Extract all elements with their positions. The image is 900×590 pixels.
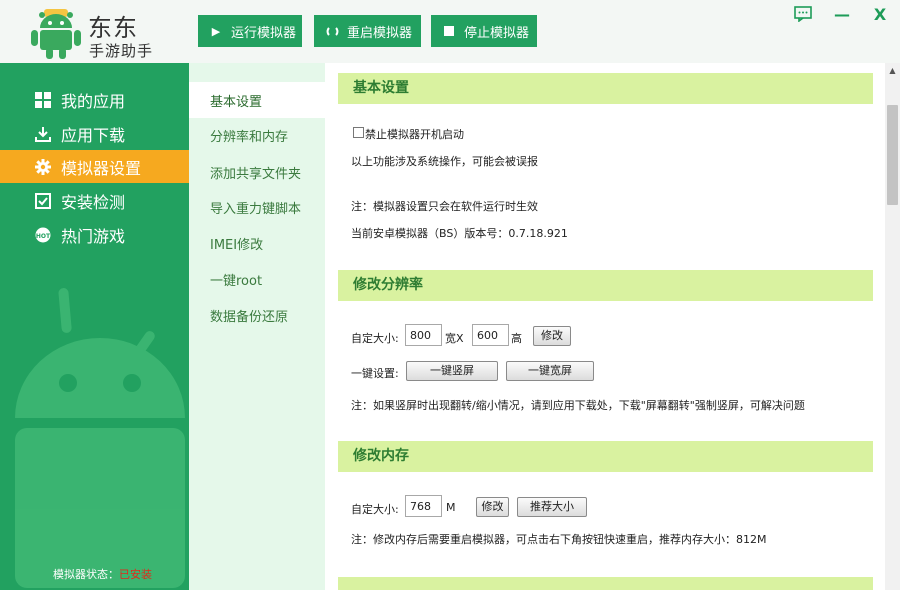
minimize-icon: — (834, 5, 850, 24)
stop-emulator-button[interactable]: 停止模拟器 (431, 15, 537, 47)
status-label: 模拟器状态： (53, 568, 119, 581)
minimize-button[interactable]: — (832, 6, 852, 24)
resolution-custom-label: 自定大小: (351, 332, 399, 345)
title-bar: 东东 手游助手 ▶ 运行模拟器 重启模拟器 停止模拟器 — X (0, 0, 900, 63)
restart-emulator-button[interactable]: 重启模拟器 (314, 15, 421, 47)
resolution-modify-button[interactable]: 修改 (533, 326, 571, 346)
download-icon (35, 126, 51, 142)
hot-icon: HOT (35, 227, 51, 243)
sidebar-item-my-apps[interactable]: 我的应用 (0, 83, 189, 116)
memory-note: 注：修改内存后需要重启模拟器，可点击右下角按钮快速重启，推荐内存大小：812M (351, 533, 767, 546)
landscape-button[interactable]: 一键宽屏 (506, 361, 594, 381)
sidebar-item-label: 模拟器设置 (61, 158, 142, 178)
sidebar-item-label: 应用下载 (61, 125, 126, 145)
width-unit: 宽X (445, 332, 464, 345)
memory-custom-label: 自定大小: (351, 503, 399, 516)
subnav-item-shared-folder[interactable]: 添加共享文件夹 (189, 154, 325, 190)
play-icon: ▶ (211, 24, 221, 38)
subnav-item-backup[interactable]: 数据备份还原 (189, 297, 325, 333)
close-button[interactable]: X (870, 6, 890, 24)
next-section-title (338, 577, 873, 590)
basic-settings-title: 基本设置 (338, 73, 873, 104)
gear-icon (35, 158, 51, 175)
resolution-title: 修改分辨率 (338, 270, 873, 301)
recommend-size-button[interactable]: 推荐大小 (517, 497, 587, 517)
settings-content: 基本设置 禁止模拟器开机启动 以上功能涉及系统操作，可能会被误报 注：模拟器设置… (325, 63, 885, 590)
checkbox-icon (35, 192, 51, 209)
warning-text: 以上功能涉及系统操作，可能会被误报 (351, 155, 538, 168)
subnav-item-resolution-memory[interactable]: 分辨率和内存 (189, 117, 325, 153)
settings-note: 注：模拟器设置只会在软件运行时生效 (351, 200, 538, 213)
version-text: 当前安卓模拟器（BS）版本号：0.7.18.921 (351, 227, 568, 240)
brand-subtitle: 手游助手 (89, 42, 154, 60)
grid-icon (35, 91, 51, 108)
svg-text:HOT: HOT (36, 233, 51, 240)
disable-boot-label: 禁止模拟器开机启动 (365, 128, 464, 141)
restart-emulator-label: 重启模拟器 (347, 25, 413, 41)
disable-boot-checkbox[interactable] (353, 127, 364, 138)
sidebar-item-app-download[interactable]: 应用下载 (0, 117, 189, 150)
portrait-button[interactable]: 一键竖屏 (406, 361, 498, 381)
refresh-icon (325, 24, 339, 38)
brand-name: 东东 (88, 14, 138, 42)
chat-icon (794, 6, 812, 23)
subnav-item-root[interactable]: 一键root (189, 261, 325, 297)
height-input[interactable] (472, 324, 509, 346)
content-scrollbar[interactable]: ▲ (885, 63, 900, 590)
sidebar-item-install-check[interactable]: 安装检测 (0, 184, 189, 217)
sidebar-item-label: 安装检测 (61, 192, 126, 212)
subnav-item-gravity-script[interactable]: 导入重力键脚本 (189, 189, 325, 225)
close-icon: X (873, 5, 887, 24)
stop-icon (442, 24, 456, 38)
subnav-item-imei[interactable]: IMEI修改 (189, 225, 325, 261)
settings-subnav: 基本设置 分辨率和内存 添加共享文件夹 导入重力键脚本 IMEI修改 一键roo… (189, 63, 325, 590)
stop-emulator-label: 停止模拟器 (464, 25, 530, 41)
app-logo (31, 9, 81, 59)
main-sidebar: 我的应用 应用下载 模拟器设置 安装检测 HOT 热门游戏 模拟器状态：已安装 (0, 63, 189, 590)
scroll-thumb[interactable] (887, 105, 898, 205)
sidebar-item-label: 热门游戏 (61, 226, 126, 246)
sidebar-item-label: 我的应用 (61, 91, 126, 111)
width-input[interactable] (405, 324, 442, 346)
subnav-item-basic[interactable]: 基本设置 (189, 82, 325, 118)
memory-unit: M (446, 501, 456, 514)
memory-modify-button[interactable]: 修改 (476, 497, 509, 517)
status-value: 已安装 (119, 568, 152, 581)
sidebar-item-emulator-settings[interactable]: 模拟器设置 (0, 150, 189, 183)
memory-title: 修改内存 (338, 441, 873, 472)
resolution-note: 注：如果竖屏时出现翻转/缩小情况，请到应用下载处，下载"屏幕翻转"强制竖屏，可解… (351, 399, 805, 412)
run-emulator-label: 运行模拟器 (231, 25, 297, 41)
emulator-status: 模拟器状态：已安装 (53, 566, 152, 582)
run-emulator-button[interactable]: ▶ 运行模拟器 (198, 15, 302, 47)
sidebar-item-hot-games[interactable]: HOT 热门游戏 (0, 218, 189, 251)
onekey-label: 一键设置: (351, 367, 399, 380)
memory-input[interactable] (405, 495, 442, 517)
scroll-up-arrow[interactable]: ▲ (885, 63, 900, 78)
android-mascot (15, 288, 185, 588)
height-unit: 高 (511, 332, 522, 345)
feedback-button[interactable] (793, 6, 813, 24)
